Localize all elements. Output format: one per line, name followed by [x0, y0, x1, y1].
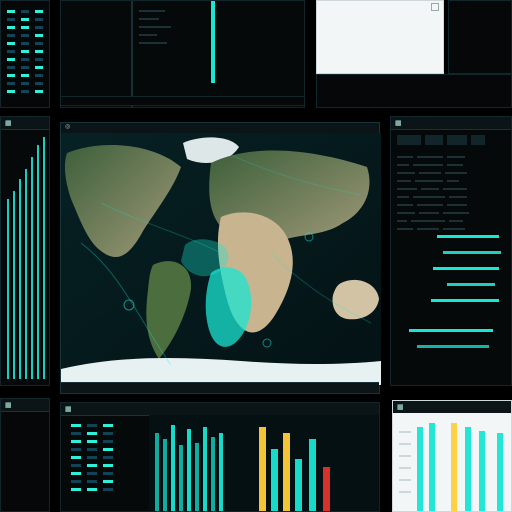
- window-icon: ▦: [5, 119, 12, 127]
- chart-bar: [7, 199, 9, 379]
- chart-bar: [211, 437, 215, 511]
- chart-bar: [171, 425, 175, 511]
- label-stub: [399, 479, 411, 481]
- indicator-bar: [431, 299, 499, 302]
- chart-bar: [219, 433, 223, 511]
- list-item: [71, 421, 143, 429]
- panel-top-right-dark: [448, 0, 512, 74]
- panel-left-mid-chart: [7, 137, 45, 379]
- label-stub: [399, 467, 411, 469]
- list-item: [71, 445, 143, 453]
- table-row: [139, 23, 298, 31]
- indicator-bar: [443, 251, 501, 254]
- indicator-bar: [447, 283, 495, 286]
- table-row: [139, 15, 298, 23]
- panel-top-right-light: [316, 0, 444, 74]
- window-icon: ▦: [5, 401, 12, 409]
- label-stub: [399, 431, 411, 433]
- window-icon: ▦: [397, 403, 404, 411]
- label-stub: [399, 455, 411, 457]
- chart-bar: [497, 433, 503, 511]
- indicator-bar: [417, 345, 489, 348]
- chart-bar: [283, 433, 290, 511]
- list-item: [7, 15, 43, 23]
- chart-bar: [259, 427, 266, 511]
- list-item: [7, 79, 43, 87]
- video-wall: ▦ ◎ ▦ ▦ ▦ ▦: [0, 0, 512, 512]
- panel-left-top-list: [7, 7, 43, 101]
- panel-bottom-right-light: ▦: [392, 400, 512, 512]
- divider: [131, 1, 133, 107]
- indicator-bar: [409, 329, 493, 332]
- list-item: [71, 429, 143, 437]
- chart-bar: [31, 157, 33, 379]
- chart-bar: [43, 137, 45, 379]
- world-map: [61, 133, 381, 385]
- chart-bar: [195, 443, 199, 511]
- chart-bar: [37, 145, 39, 379]
- globe-icon: ◎: [65, 123, 71, 130]
- list-item: [71, 453, 143, 461]
- top-strip-left: [60, 96, 305, 106]
- panel-bottom-left: ▦: [0, 398, 50, 512]
- list-item: [7, 55, 43, 63]
- top-strip-right: [316, 74, 512, 108]
- chart-bar: [417, 427, 423, 511]
- list-item: [7, 63, 43, 71]
- panel-left-mid: ▦: [0, 116, 50, 386]
- list-item: [7, 39, 43, 47]
- bottom-right-bars: [393, 413, 511, 511]
- panel-bottom-left-header: ▦: [1, 399, 49, 412]
- chart-bar: [429, 423, 435, 511]
- chart-bar: [163, 439, 167, 511]
- table-row: [139, 7, 298, 15]
- window-icon: ▦: [65, 405, 72, 413]
- chart-bar: [155, 433, 159, 511]
- chart-bar: [13, 191, 15, 379]
- list-item: [71, 469, 143, 477]
- chart-bar: [323, 467, 330, 511]
- panel-top-center-list: [139, 7, 298, 101]
- chart-bar: [19, 179, 21, 379]
- list-item: [71, 485, 143, 493]
- chart-bar: [465, 427, 471, 511]
- chart-bar: [451, 423, 457, 511]
- chart-bar: [203, 427, 207, 511]
- chart-bar: [179, 445, 183, 511]
- chart-bar: [295, 459, 302, 511]
- chart-bar: [271, 449, 278, 511]
- document-icon: [431, 3, 439, 11]
- bottom-center-bars: [149, 415, 379, 511]
- panel-bottom-center: ▦: [60, 402, 380, 512]
- map-panel: ◎: [60, 122, 381, 394]
- right-mid-indicators: [391, 117, 511, 385]
- indicator-bar: [437, 235, 499, 238]
- label-stub: [399, 443, 411, 445]
- list-item: [71, 461, 143, 469]
- label-stub: [399, 491, 411, 493]
- table-row: [139, 31, 298, 39]
- panel-right-mid: ▦: [390, 116, 512, 386]
- list-item: [7, 31, 43, 39]
- panel-left-top: [0, 0, 50, 108]
- list-item: [7, 7, 43, 15]
- indicator-bar: [433, 267, 499, 270]
- list-item: [71, 437, 143, 445]
- chart-bar: [187, 429, 191, 511]
- chart-bar: [25, 169, 27, 379]
- list-item: [7, 87, 43, 95]
- map-footer: [61, 382, 379, 393]
- list-item: [7, 47, 43, 55]
- list-item: [7, 71, 43, 79]
- chart-bar: [479, 431, 485, 511]
- table-row: [139, 39, 298, 47]
- list-item: [71, 477, 143, 485]
- list-item: [7, 23, 43, 31]
- panel-top-center: [60, 0, 305, 108]
- chart-bar: [309, 439, 316, 511]
- bottom-center-left-list: [71, 421, 143, 505]
